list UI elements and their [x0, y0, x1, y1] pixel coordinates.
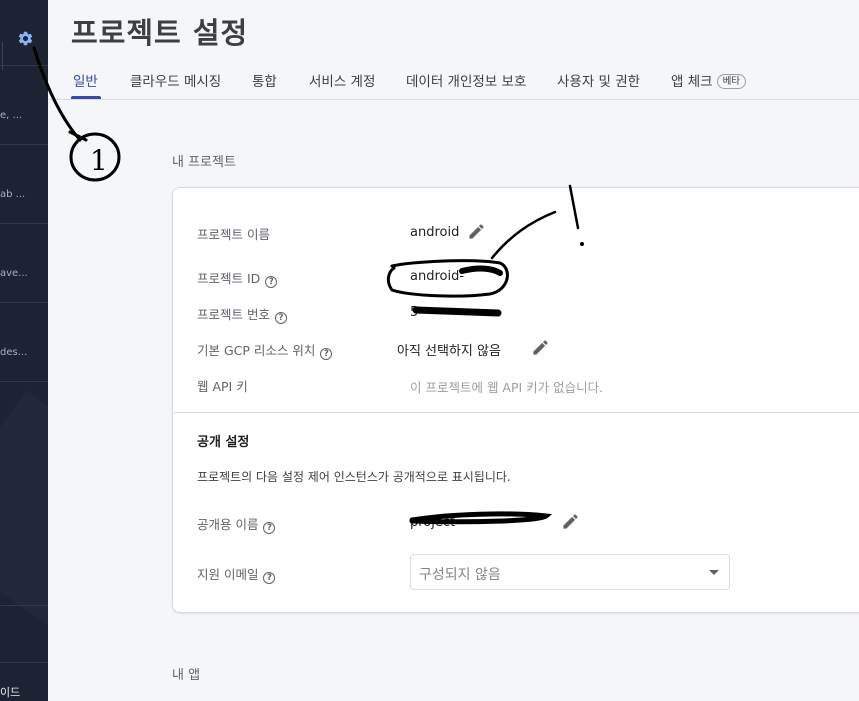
project-number-label-text: 프로젝트 번호: [197, 307, 270, 322]
sidebar-decoration: [0, 390, 48, 630]
project-id-label: 프로젝트 ID?: [197, 268, 278, 288]
help-icon[interactable]: ?: [263, 572, 276, 584]
pencil-icon: [563, 514, 578, 529]
sidebar-item-4[interactable]: des...: [0, 347, 27, 358]
help-icon[interactable]: ?: [320, 348, 333, 360]
sidebar-divider: [0, 144, 48, 145]
edit-gcp-location-button[interactable]: [531, 338, 550, 357]
my-apps-heading: 내 앱: [172, 668, 201, 683]
gcp-location-label-text: 기본 GCP 리소스 위치: [197, 343, 316, 358]
tab-users-permissions[interactable]: 사용자 및 권한: [557, 70, 640, 90]
support-email-label-text: 지원 이메일: [197, 567, 259, 582]
active-tab-indicator: [71, 96, 101, 99]
sidebar-divider: [0, 65, 48, 66]
pencil-icon: [469, 224, 484, 239]
edit-public-name-button[interactable]: [561, 512, 580, 531]
project-name-value: android: [410, 225, 460, 240]
page-title: 프로젝트 설정: [71, 16, 249, 50]
gcp-location-label: 기본 GCP 리소스 위치?: [197, 340, 333, 360]
tab-general[interactable]: 일반: [73, 70, 98, 90]
card-divider: [173, 412, 859, 413]
help-icon[interactable]: ?: [274, 312, 287, 324]
support-email-select[interactable]: 구성되지 않음: [410, 554, 730, 590]
tab-app-check[interactable]: 앱 체크 베타: [671, 70, 747, 90]
public-name-value: project-: [410, 515, 460, 530]
sidebar-divider: [0, 662, 48, 663]
support-email-selected: 구성되지 않음: [419, 567, 501, 583]
project-id-label-text: 프로젝트 ID: [197, 271, 261, 286]
sidebar-item-2[interactable]: ab ...: [0, 189, 25, 200]
gcp-location-value: 아직 선택하지 않음: [397, 344, 501, 359]
dropdown-arrow-icon: [709, 570, 719, 575]
main-content: 프로젝트 설정 일반 클라우드 메시징 통합 서비스 계정 데이터 개인정보 보…: [48, 0, 859, 701]
left-sidebar: e, ... ab ... ave... des... 이드: [0, 0, 48, 701]
project-number-label: 프로젝트 번호?: [197, 304, 287, 324]
project-id-value: android-: [410, 269, 465, 284]
project-settings-button[interactable]: [0, 18, 48, 70]
web-api-key-label: 웹 API 키: [197, 379, 248, 394]
support-email-label: 지원 이메일?: [197, 564, 276, 584]
public-name-label: 공개용 이름?: [197, 514, 276, 534]
edit-project-name-button[interactable]: [467, 222, 486, 241]
public-settings-title: 공개 설정: [197, 435, 250, 450]
sidebar-divider: [0, 223, 48, 224]
my-project-heading: 내 프로젝트: [172, 155, 236, 170]
sidebar-item-1[interactable]: e, ...: [0, 110, 22, 121]
gear-icon: [18, 31, 33, 46]
tab-service-accounts[interactable]: 서비스 계정: [309, 70, 375, 90]
sidebar-divider: [0, 381, 48, 382]
help-icon[interactable]: ?: [265, 276, 278, 288]
tab-integrations[interactable]: 통합: [252, 70, 277, 90]
tab-app-check-label: 앱 체크: [671, 74, 713, 90]
sidebar-item-3[interactable]: ave...: [0, 268, 28, 279]
web-api-key-value: 이 프로젝트에 웹 API 키가 없습니다.: [410, 380, 604, 395]
firebase-console: e, ... ab ... ave... des... 이드 프로젝트 설정 일…: [0, 0, 859, 701]
sidebar-divider: [0, 302, 48, 303]
settings-tabs: 일반 클라우드 메시징 통합 서비스 계정 데이터 개인정보 보호 사용자 및 …: [48, 60, 859, 100]
public-settings-description: 프로젝트의 다음 설정 제어 인스턴스가 공개적으로 표시됩니다.: [197, 470, 511, 484]
sidebar-divider: [0, 605, 48, 606]
beta-badge: 베타: [716, 74, 747, 89]
tab-data-privacy[interactable]: 데이터 개인정보 보호: [406, 70, 526, 90]
tab-cloud-messaging[interactable]: 클라우드 메시징: [130, 70, 221, 90]
public-name-label-text: 공개용 이름: [197, 517, 259, 532]
project-name-label: 프로젝트 이름: [197, 227, 270, 242]
sidebar-guide-link[interactable]: 이드: [0, 684, 20, 700]
project-number-value: 5: [410, 305, 419, 320]
help-icon[interactable]: ?: [263, 522, 276, 534]
pencil-icon: [533, 340, 548, 355]
project-card: 프로젝트 이름 android 프로젝트 ID? android- 프로젝트 번…: [172, 187, 859, 613]
